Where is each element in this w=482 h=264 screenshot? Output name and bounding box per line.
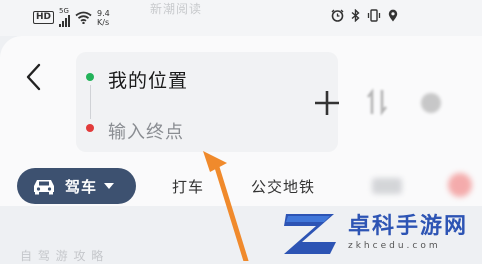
alarm-icon <box>331 9 344 22</box>
origin-field[interactable]: 我的位置 <box>108 66 188 93</box>
watermark-title: 卓科手游网 <box>348 213 469 239</box>
more-icon[interactable] <box>418 90 444 116</box>
destination-input[interactable]: 输入终点 <box>108 118 184 144</box>
signal-icon: 5G <box>59 7 71 27</box>
tab-blurred-red[interactable] <box>448 173 472 197</box>
status-bar: HD 5G 9.4 K/s 新潮阅读 <box>0 0 482 36</box>
vibrate-icon <box>367 9 381 22</box>
plus-icon[interactable] <box>312 88 342 118</box>
network-speed-unit: K/s <box>97 17 110 27</box>
network-speed: 9.4 K/s <box>97 9 110 27</box>
destination-dot <box>86 124 94 132</box>
wifi-icon <box>75 11 92 24</box>
travel-mode-tabs: 驾车 打车 公交地铁 <box>0 166 482 206</box>
tab-taxi[interactable]: 打车 <box>172 176 204 197</box>
faded-bottom-text: 自 驾 游 攻 略 <box>20 249 105 263</box>
route-input-box: 我的位置 输入终点 <box>76 52 338 152</box>
status-right <box>331 9 398 22</box>
chevron-down-icon <box>104 183 115 189</box>
bluetooth-icon <box>351 9 360 22</box>
status-left: HD 5G 9.4 K/s <box>33 8 110 27</box>
tab-drive[interactable]: 驾车 <box>17 168 136 204</box>
watermark: 卓科手游网 zkhcedu.com <box>276 204 482 261</box>
watermark-logo-icon <box>284 213 336 254</box>
faded-header-text: 新潮阅读 <box>150 2 203 16</box>
signal-type: 5G <box>59 7 69 15</box>
tab-transit[interactable]: 公交地铁 <box>251 176 315 197</box>
swap-icon[interactable] <box>366 88 388 116</box>
watermark-text: 卓科手游网 zkhcedu.com <box>348 214 468 252</box>
back-arrow-icon[interactable] <box>22 62 46 92</box>
car-icon <box>34 180 54 195</box>
route-connector-line <box>90 85 91 119</box>
origin-dot <box>86 73 94 81</box>
location-icon <box>388 9 398 22</box>
tab-drive-label: 驾车 <box>65 177 98 196</box>
hd-badge: HD <box>33 11 55 24</box>
network-speed-value: 9.4 <box>97 8 110 18</box>
tab-blurred[interactable] <box>372 178 402 194</box>
watermark-subtitle: zkhcedu.com <box>348 240 441 251</box>
